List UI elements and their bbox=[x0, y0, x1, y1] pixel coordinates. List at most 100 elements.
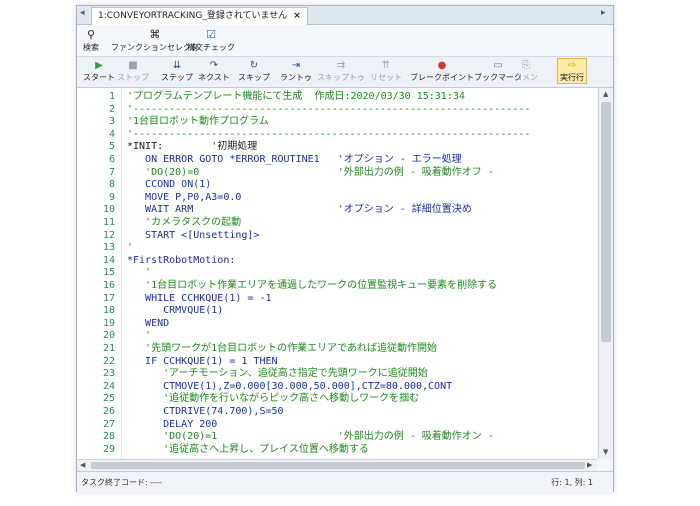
skip-button[interactable]: ↻ スキップ bbox=[238, 59, 270, 83]
code-text: '1台目ロボット動作プログラム bbox=[127, 116, 269, 128]
code-line[interactable]: 12 START <[Unsetting]> bbox=[77, 230, 597, 242]
code-text: '追従高さへ上昇し、プレイス位置へ移動する bbox=[127, 443, 369, 455]
line-number: 17 bbox=[102, 292, 115, 304]
comment-icon: ⎘ bbox=[522, 60, 530, 71]
code-line[interactable]: 28 'DO(20)=1 '外部出力の例 - 吸着動作オン - bbox=[77, 431, 597, 443]
line-number: 13 bbox=[102, 242, 115, 254]
start-button[interactable]: ▶ スタート bbox=[83, 59, 115, 83]
code-line[interactable]: 18 CRMVQUE(1) bbox=[77, 305, 597, 317]
code-text: 'DO(20)=0 '外部出力の例 - 吸着動作オフ - bbox=[127, 166, 494, 178]
current-line-button[interactable]: ⇨ 実行行 bbox=[557, 58, 587, 84]
code-text: CRMVQUE(1) bbox=[127, 305, 224, 317]
code-line[interactable]: 29 '追従高さへ上昇し、プレイス位置へ移動する bbox=[77, 444, 597, 456]
start-icon: ▶ bbox=[95, 60, 103, 71]
code-line[interactable]: 15 ' bbox=[77, 267, 597, 279]
code-line[interactable]: 22 IF CCHKQUE(1) = 1 THEN bbox=[77, 356, 597, 368]
code-text: 'カメラタスクの起動 bbox=[127, 217, 242, 228]
code-line[interactable]: 21 '先頭ワークが1台目ロボットの作業エリアであれば追従動作開始 bbox=[77, 343, 597, 355]
search-label: 検索 bbox=[83, 43, 99, 52]
tab-scroll-right-icon[interactable]: ▸ bbox=[601, 8, 606, 18]
current-line-label: 実行行 bbox=[560, 73, 584, 82]
current-line-icon: ⇨ bbox=[567, 60, 577, 71]
code-line[interactable]: 16 '1台目ロボット作業エリアを通過したワークの位置監視キュー要素を削除する bbox=[77, 280, 597, 292]
syntax-check-button[interactable]: ☑ 構文チェック bbox=[187, 28, 235, 53]
stop-button[interactable]: ■ ストップ bbox=[117, 59, 149, 83]
code-text: DELAY 200 bbox=[127, 418, 218, 430]
code-line[interactable]: 20 ' bbox=[77, 330, 597, 342]
status-bar: タスク終了コード: ---- 行: 1, 列: 1 bbox=[77, 471, 613, 492]
code-line[interactable]: 3 '1台目ロボット動作プログラム bbox=[77, 116, 597, 128]
line-number: 4 bbox=[108, 128, 115, 140]
code-line[interactable]: 6 ON ERROR GOTO *ERROR_ROUTINE1 'オプション -… bbox=[77, 154, 597, 166]
code-text: 'プログラムテンプレート機能にて生成 作成日:2020/03/30 15:31:… bbox=[127, 91, 465, 102]
line-number: 20 bbox=[102, 330, 115, 342]
line-number: 25 bbox=[102, 393, 115, 405]
vertical-scroll-thumb[interactable] bbox=[601, 102, 611, 342]
scroll-up-icon[interactable]: ▲ bbox=[603, 90, 608, 98]
step-icon: ⇊ bbox=[172, 60, 182, 71]
code-line[interactable]: 4 '--------------------------------------… bbox=[77, 129, 597, 141]
horizontal-scrollbar[interactable]: ◀ ▶ bbox=[77, 459, 597, 471]
function-selector-button[interactable]: ⌘ ファンクションセレクタ bbox=[111, 28, 199, 53]
line-number: 26 bbox=[102, 406, 115, 417]
comment-label: コメン bbox=[514, 73, 538, 82]
code-line[interactable]: 13 ' bbox=[77, 242, 597, 254]
line-number: 18 bbox=[102, 305, 115, 317]
code-line[interactable]: 26 CTDRIVE(74.700),S=50 bbox=[77, 406, 597, 418]
run-to-label: ラントゥ bbox=[280, 73, 312, 82]
skip-icon: ↻ bbox=[249, 60, 259, 71]
breakpoint-button[interactable]: ● ブレークポイント bbox=[410, 59, 474, 83]
code-line[interactable]: 5 *INIT: '初期処理 bbox=[77, 141, 597, 153]
line-number: 28 bbox=[102, 431, 115, 443]
search-button[interactable]: ⚲ 検索 bbox=[83, 28, 99, 53]
code-text: CTDRIVE(74.700),S=50 bbox=[127, 406, 284, 417]
line-number: 27 bbox=[102, 418, 115, 430]
code-line[interactable]: 1 'プログラムテンプレート機能にて生成 作成日:2020/03/30 15:31… bbox=[77, 91, 597, 103]
tab-program[interactable]: 1:CONVEYORTRACKING_登録されていません × bbox=[91, 7, 308, 25]
scroll-down-icon[interactable]: ▼ bbox=[603, 448, 608, 456]
code-line[interactable]: 14 *FirstRobotMotion: bbox=[77, 255, 597, 267]
code-text: '---------------------------------------… bbox=[127, 128, 531, 140]
scroll-right-icon[interactable]: ▶ bbox=[587, 461, 592, 469]
code-line[interactable]: 2 '--------------------------------------… bbox=[77, 104, 597, 116]
scroll-left-icon[interactable]: ◀ bbox=[80, 461, 85, 469]
code-text: WHILE CCHKQUE(1) = -1 bbox=[127, 292, 272, 304]
next-icon: ↷ bbox=[209, 60, 219, 71]
code-editor[interactable]: 1 'プログラムテンプレート機能にて生成 作成日:2020/03/30 15:31… bbox=[77, 88, 597, 459]
code-line[interactable]: 9 MOVE P,P0,A3=0.0 bbox=[77, 192, 597, 204]
code-line[interactable]: 17 WHILE CCHKQUE(1) = -1 bbox=[77, 293, 597, 305]
tab-close-icon[interactable]: × bbox=[293, 11, 301, 21]
skip-to-button[interactable]: ⇉ スキップトゥ bbox=[317, 59, 365, 83]
run-toolbar: ▶ スタート ■ ストップ ⇊ ステップ ↷ ネクスト ↻ スキップ ⇥ ラントゥ ⇉ スキップトゥ ⇈ リセ… bbox=[77, 57, 613, 88]
code-text: WAIT ARM 'オプション - 詳細位置決め bbox=[127, 204, 472, 216]
line-number: 19 bbox=[102, 317, 115, 329]
code-line[interactable]: 23 'アーチモーション、追従高さ指定で先頭ワークに追従開始 bbox=[77, 368, 597, 380]
line-number: 10 bbox=[102, 204, 115, 216]
code-line[interactable]: 8 CCOND ON(1) bbox=[77, 179, 597, 191]
syntax-check-icon: ☑ bbox=[206, 28, 216, 41]
code-line[interactable]: 7 'DO(20)=0 '外部出力の例 - 吸着動作オフ - bbox=[77, 167, 597, 179]
code-line[interactable]: 11 'カメラタスクの起動 bbox=[77, 217, 597, 229]
reset-button[interactable]: ⇈ リセット bbox=[370, 59, 402, 83]
breakpoint-label: ブレークポイント bbox=[410, 73, 474, 82]
task-end-code: タスク終了コード: ---- bbox=[81, 478, 162, 487]
line-number: 3 bbox=[108, 116, 115, 128]
code-text: 'アーチモーション、追従高さ指定で先頭ワークに追従開始 bbox=[127, 368, 428, 380]
code-line[interactable]: 24 CTMOVE(1),Z=0.000[30.000,50.000],CTZ=… bbox=[77, 381, 597, 393]
code-line[interactable]: 10 WAIT ARM 'オプション - 詳細位置決め bbox=[77, 204, 597, 216]
cursor-position: 行: 1, 列: 1 bbox=[551, 478, 593, 487]
code-text: CCOND ON(1) bbox=[127, 179, 212, 191]
next-button[interactable]: ↷ ネクスト bbox=[198, 59, 230, 83]
code-text: CTMOVE(1),Z=0.000[30.000,50.000],CTZ=80.… bbox=[127, 380, 453, 392]
step-button[interactable]: ⇊ ステップ bbox=[161, 59, 193, 83]
vertical-scrollbar[interactable]: ▲ ▼ bbox=[598, 88, 613, 459]
code-text: *FirstRobotMotion: bbox=[127, 254, 236, 266]
line-number: 7 bbox=[108, 166, 115, 178]
code-line[interactable]: 27 DELAY 200 bbox=[77, 419, 597, 431]
comment-button[interactable]: ⎘ コメン bbox=[514, 59, 538, 83]
tab-scroll-left-icon[interactable]: ◂ bbox=[80, 8, 85, 18]
code-line[interactable]: 19 WEND bbox=[77, 318, 597, 330]
code-line[interactable]: 25 '追従動作を行いながらピック高さへ移動しワークを掴む bbox=[77, 393, 597, 405]
run-to-button[interactable]: ⇥ ラントゥ bbox=[280, 59, 312, 83]
horizontal-scroll-thumb[interactable] bbox=[91, 462, 585, 469]
